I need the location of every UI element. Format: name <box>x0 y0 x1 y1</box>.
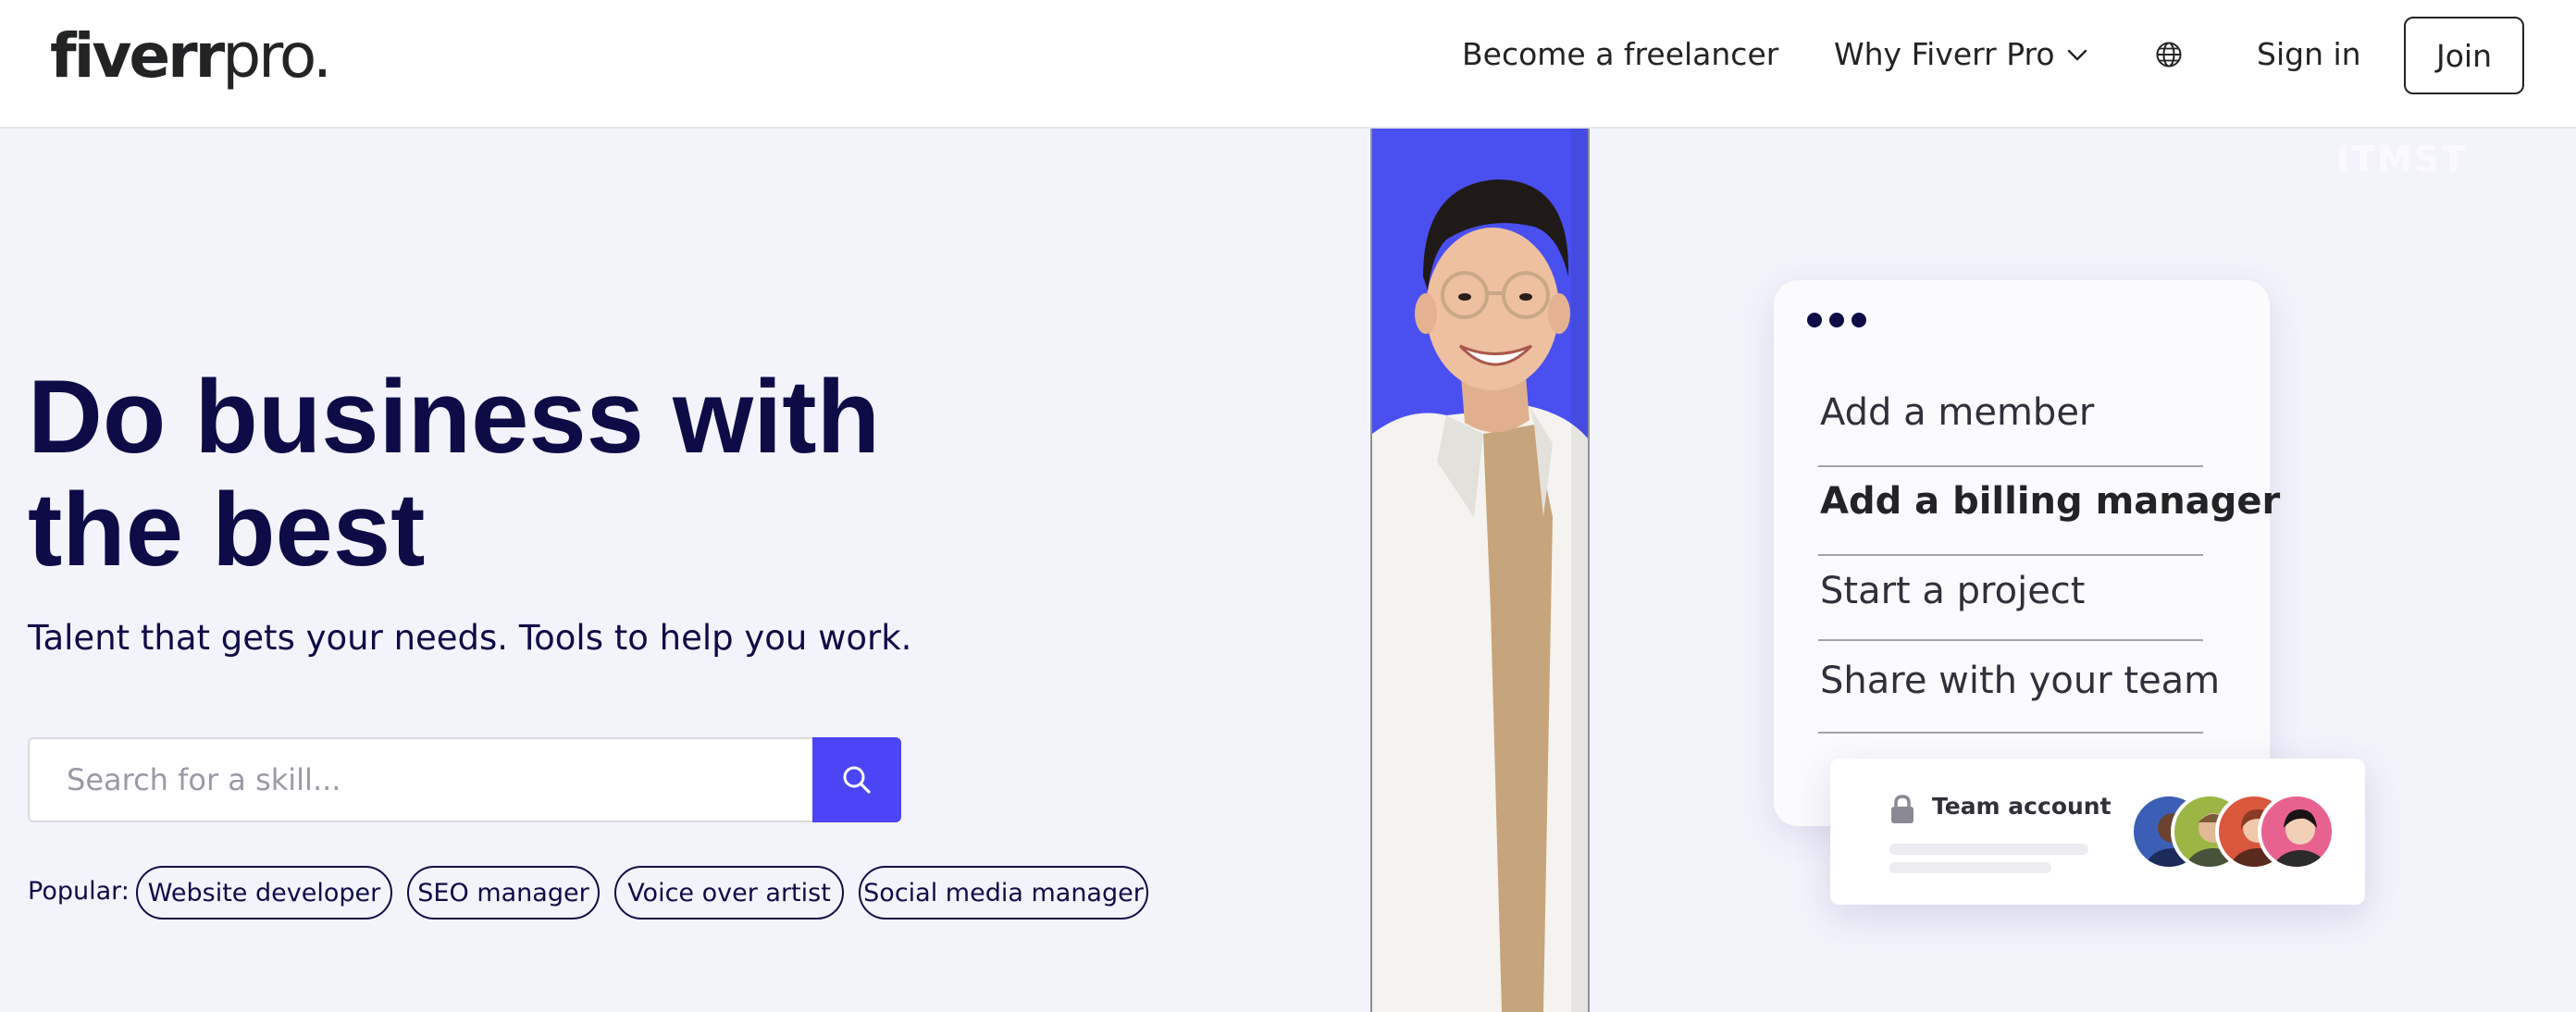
team-account-card: Team account <box>1830 759 2365 905</box>
become-freelancer-link[interactable]: Become a freelancer <box>1462 35 1778 74</box>
popular-chip-seo-manager[interactable]: SEO manager <box>407 866 600 919</box>
person-illustration <box>1372 129 1588 1012</box>
logo-word-fiverr: fiverr <box>50 20 225 92</box>
card-item-add-member[interactable]: Add a member <box>1820 391 2218 434</box>
card-item-share-with-team[interactable]: Share with your team <box>1820 660 2220 702</box>
card-item-add-billing-manager[interactable]: Add a billing manager <box>1820 480 2280 523</box>
popular-chip-voice-over-artist[interactable]: Voice over artist <box>614 866 844 919</box>
card-divider <box>1818 554 2203 556</box>
card-item-start-project[interactable]: Start a project <box>1820 570 2218 612</box>
placeholder-bar <box>1889 862 2051 873</box>
skill-search-input[interactable] <box>28 737 814 822</box>
logo-word-pro: pro. <box>222 20 332 92</box>
more-dots-icon[interactable] <box>1806 311 1871 329</box>
globe-icon[interactable] <box>2155 41 2183 68</box>
placeholder-bar <box>1889 844 2088 855</box>
team-avatar <box>2258 793 2335 870</box>
card-divider <box>1818 639 2203 641</box>
card-divider <box>1818 465 2203 467</box>
hero-subheadline: Talent that gets your needs. Tools to he… <box>28 618 912 658</box>
popular-chip-social-media-manager[interactable]: Social media manager <box>859 866 1148 919</box>
search-button[interactable] <box>812 737 901 822</box>
hero-person-photo <box>1370 129 1590 1012</box>
popular-chip-website-developer[interactable]: Website developer <box>136 866 392 919</box>
chevron-down-icon[interactable] <box>2065 43 2089 67</box>
card-divider <box>1818 732 2203 734</box>
popular-label: Popular: <box>28 877 130 906</box>
hero-headline: Do business with the best <box>28 361 916 586</box>
why-fiverr-pro-dropdown[interactable]: Why Fiverr Pro <box>1834 35 2055 74</box>
join-button[interactable]: Join <box>2404 17 2524 94</box>
search-icon <box>843 766 871 794</box>
sign-in-link[interactable]: Sign in <box>2257 35 2361 74</box>
watermark-text: ITMST <box>2336 139 2468 179</box>
team-account-label: Team account <box>1932 793 2112 820</box>
skill-search-bar <box>28 737 901 822</box>
fiverr-pro-logo[interactable]: fiverrpro. <box>50 20 332 92</box>
hero-headline-line-2: the best <box>28 472 426 587</box>
hero-headline-line-1: Do business with <box>28 359 880 475</box>
team-actions-card: Add a member Add a billing manager Start… <box>1774 280 2280 826</box>
lock-icon <box>1891 795 1913 823</box>
top-navbar: fiverrpro. Become a freelancer Why Fiver… <box>0 0 2576 129</box>
